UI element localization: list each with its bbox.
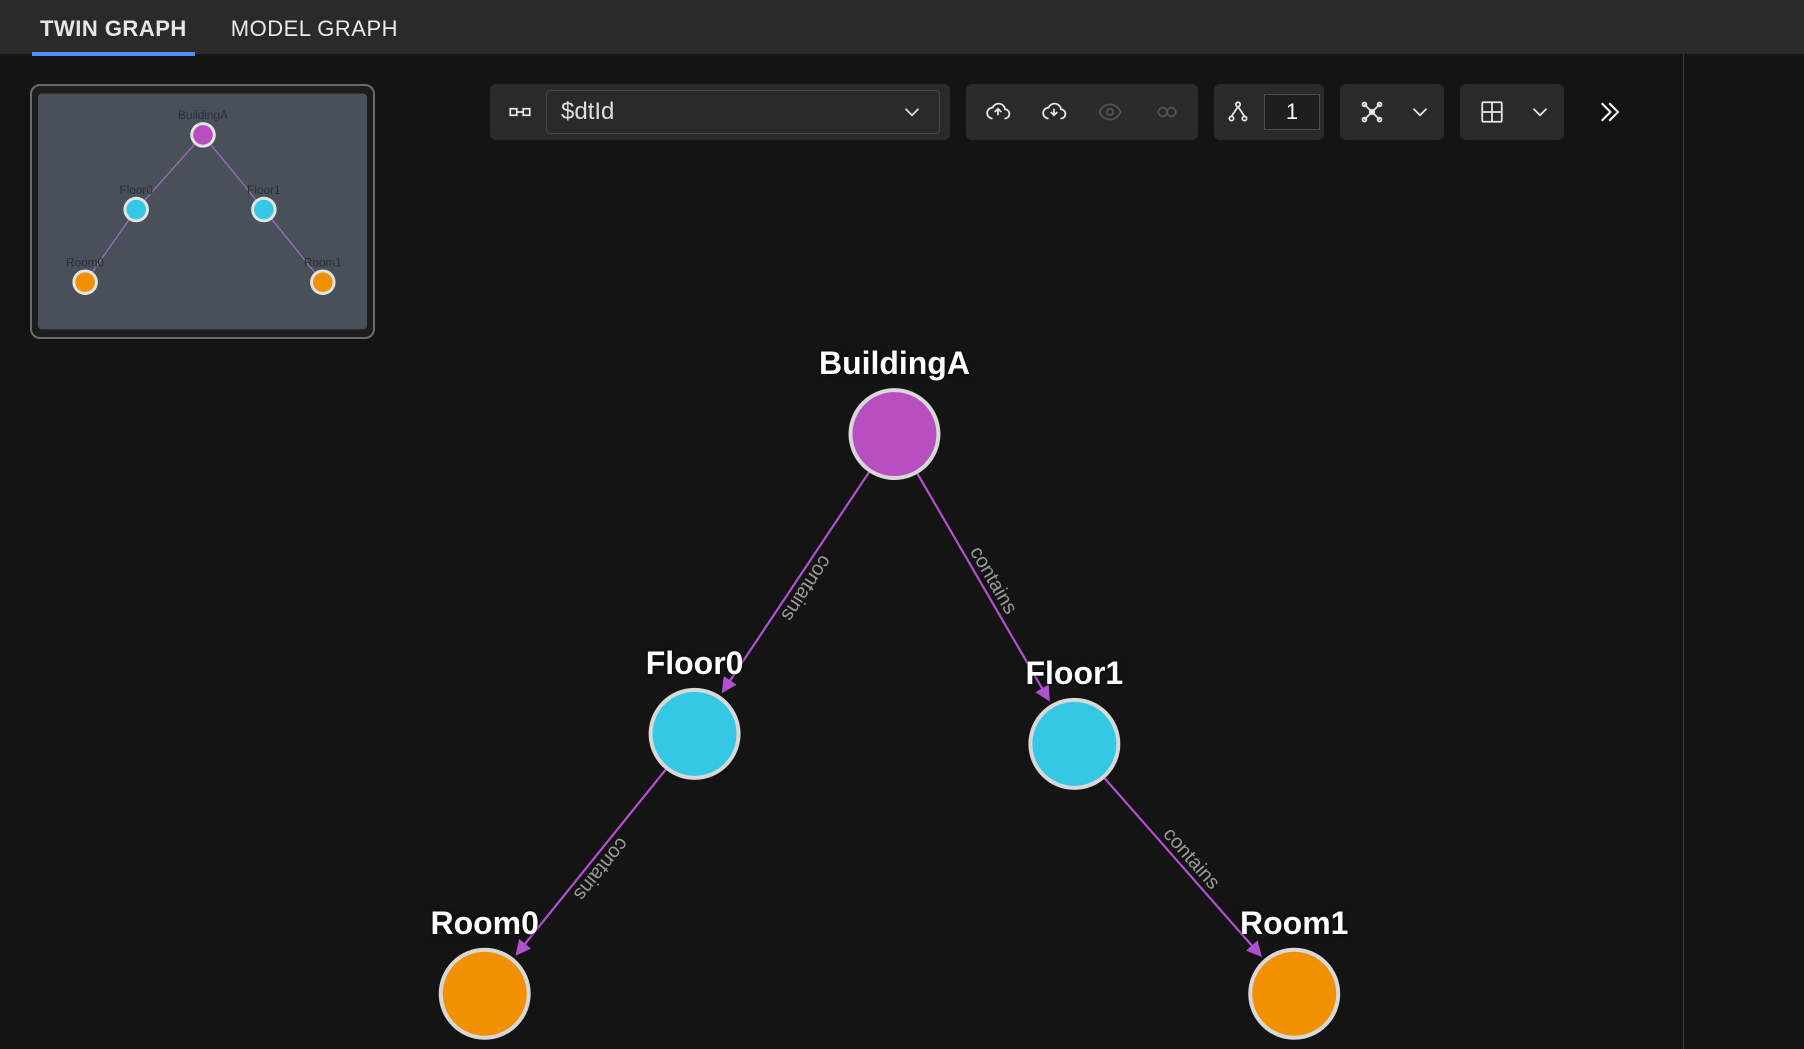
node-label: Floor1 (1026, 655, 1124, 691)
label-selector-group: $dtId (490, 84, 950, 140)
tab-model-graph-label: MODEL GRAPH (231, 16, 398, 41)
view-mode-group (1460, 84, 1564, 140)
svg-text:Floor0: Floor0 (120, 184, 154, 197)
chevron-down-icon (1527, 99, 1553, 125)
edge-label: contains (1158, 823, 1224, 893)
layout-button[interactable] (1344, 84, 1400, 140)
overflow-button[interactable] (1580, 84, 1636, 140)
tab-twin-graph[interactable]: TWIN GRAPH (18, 2, 209, 54)
expansion-level-input[interactable] (1264, 94, 1320, 130)
edge-BuildingA-Floor0[interactable] (723, 472, 869, 690)
node-Floor1[interactable]: Floor1 (1026, 655, 1124, 790)
node-label: Room1 (1240, 905, 1348, 941)
toolbar: $dtId (490, 84, 1663, 140)
node-label: Room0 (431, 905, 539, 941)
layout-group (1340, 84, 1444, 140)
view-mode-dropdown-button[interactable] (1520, 84, 1560, 140)
node-label: Floor0 (646, 645, 744, 681)
node-Room1[interactable]: Room1 (1240, 905, 1348, 1040)
svg-text:BuildingA: BuildingA (178, 109, 228, 122)
svg-text:Room1: Room1 (304, 256, 342, 269)
tab-twin-graph-label: TWIN GRAPH (40, 16, 187, 41)
expand-tree-button[interactable] (1218, 84, 1258, 140)
edge-label: contains (965, 543, 1021, 618)
edge-Floor0-Room0[interactable] (517, 770, 665, 954)
fit-icon[interactable] (500, 84, 540, 140)
chevron-down-icon (899, 99, 925, 125)
edge-label: contains (569, 833, 633, 905)
twin-label-dropdown[interactable]: $dtId (546, 90, 940, 134)
layout-dropdown-button[interactable] (1400, 84, 1440, 140)
node-label: BuildingA (819, 345, 970, 381)
node-BuildingA[interactable]: BuildingA (819, 345, 970, 480)
expansion-group (1214, 84, 1324, 140)
import-graph-button[interactable] (1026, 84, 1082, 140)
svg-text:Room0: Room0 (66, 256, 104, 269)
export-graph-button[interactable] (970, 84, 1026, 140)
tab-model-graph[interactable]: MODEL GRAPH (209, 2, 420, 54)
edge-Floor1-Room1[interactable] (1105, 778, 1260, 954)
edge-label: contains (776, 551, 836, 625)
tab-bar: TWIN GRAPH MODEL GRAPH (0, 0, 1804, 54)
io-group (966, 84, 1198, 140)
node-Room0[interactable]: Room0 (431, 905, 539, 1040)
chevron-down-icon (1407, 99, 1433, 125)
show-all-button (1082, 84, 1138, 140)
svg-text:Floor1: Floor1 (247, 184, 280, 197)
twin-label-value: $dtId (561, 98, 614, 126)
minimap[interactable]: BuildingA Floor0 Floor1 Room0 Room1 (30, 84, 375, 339)
show-relationships-button (1138, 84, 1194, 140)
node-Floor0[interactable]: Floor0 (646, 645, 744, 780)
graph-panel: contains contains contains contains Buildin… (0, 54, 1684, 1049)
view-mode-button[interactable] (1464, 84, 1520, 140)
